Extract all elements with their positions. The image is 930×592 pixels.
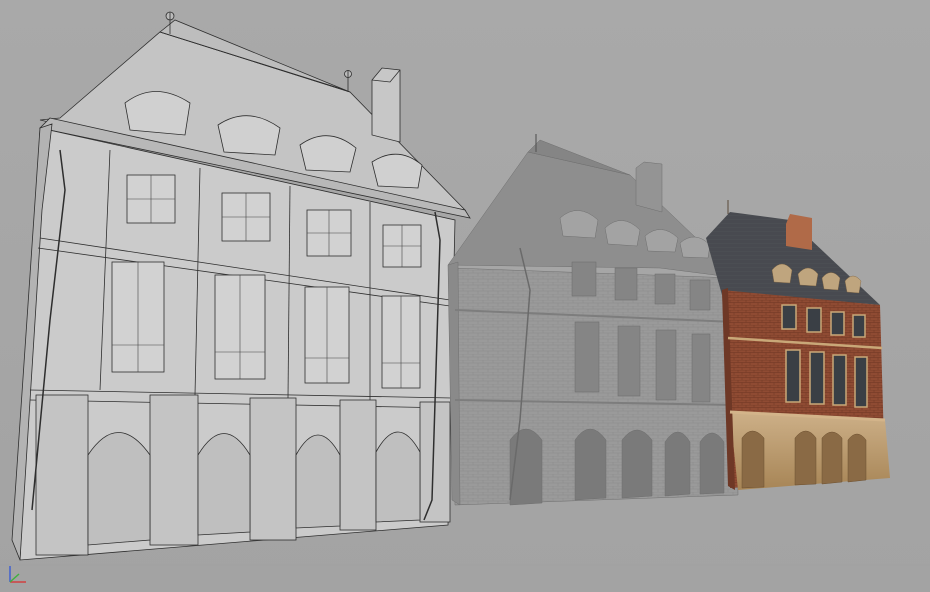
axis-gizmo-icon[interactable] — [4, 562, 30, 588]
clay-chimney — [635, 161, 663, 213]
axis-y-icon — [9, 573, 20, 583]
building-textured[interactable] — [706, 200, 890, 490]
wireframe-chimney — [371, 67, 401, 143]
3d-viewport[interactable] — [0, 0, 930, 592]
building-wireframe[interactable] — [11, 11, 471, 561]
building-clay[interactable] — [447, 134, 739, 506]
textured-chimney — [786, 214, 812, 250]
clay-roof — [447, 151, 739, 279]
scene — [0, 11, 930, 566]
